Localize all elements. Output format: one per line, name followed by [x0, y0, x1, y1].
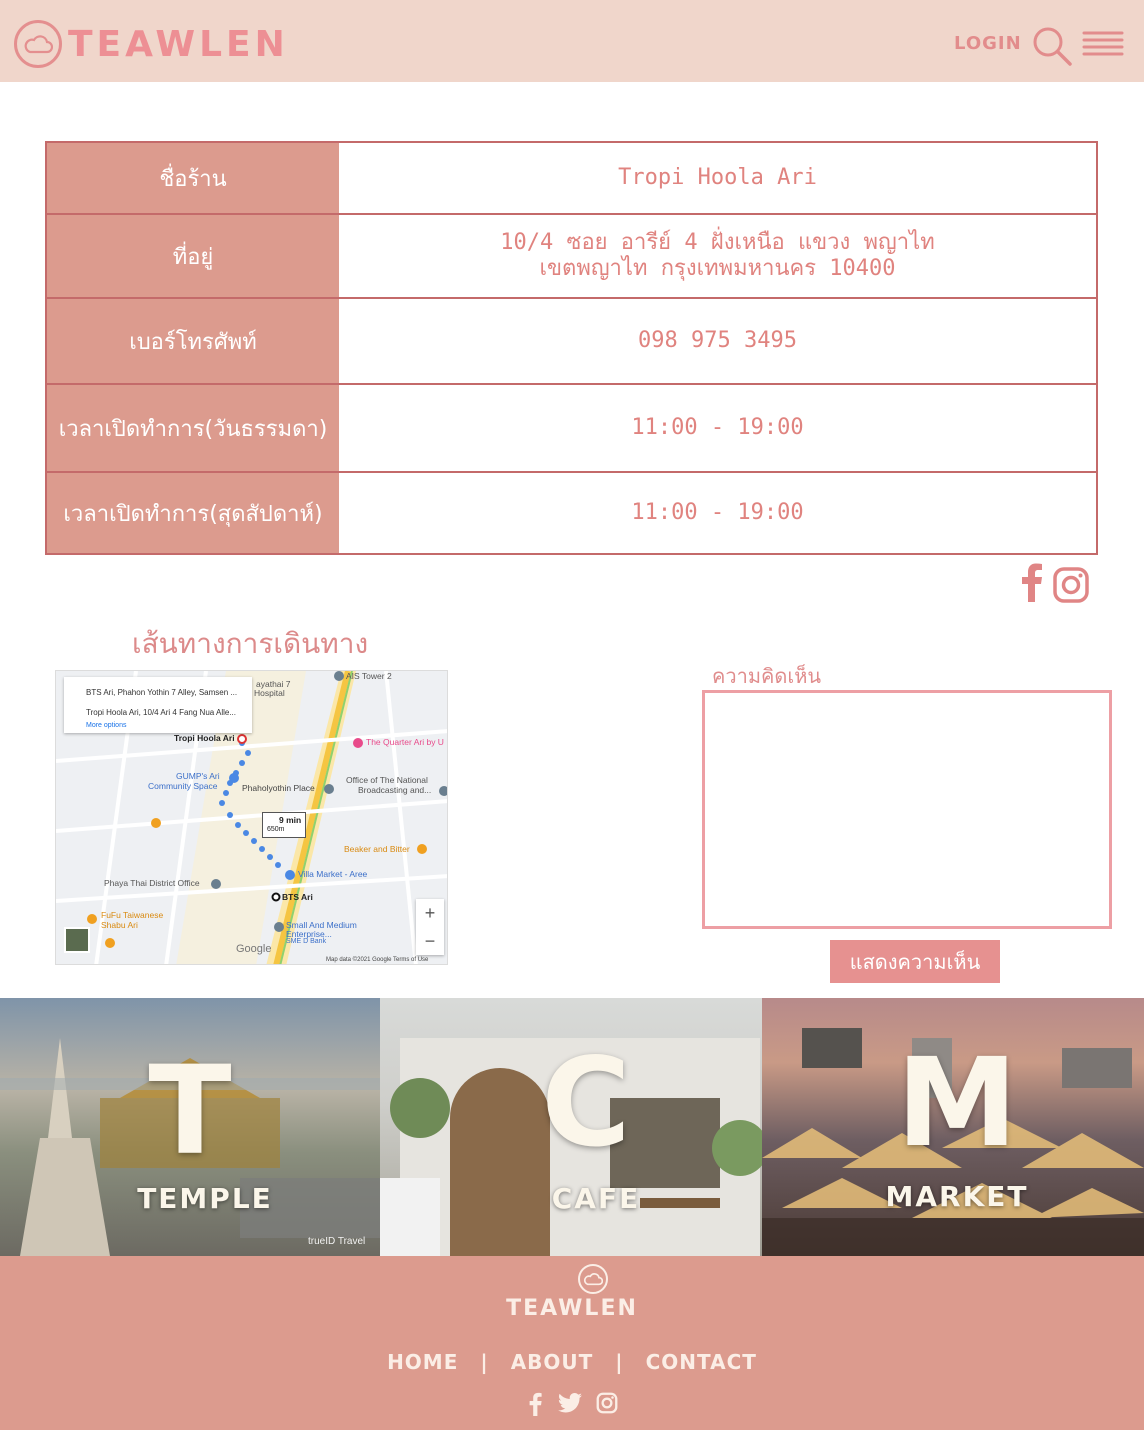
table-row-phone: เบอร์โทรศัพท์ 098 975 3495	[47, 299, 1096, 385]
map-label-fufu-2: Shabu Ari	[101, 920, 138, 930]
tile-word-cafe: CAFE	[551, 1182, 641, 1215]
route-map[interactable]: BTS Ari, Phahon Yothin 7 Alley, Samsen .…	[55, 670, 448, 965]
login-link[interactable]: LOGIN	[954, 33, 1022, 54]
footer-nav-home[interactable]: HOME	[387, 1350, 458, 1374]
cloud-logo-icon	[14, 20, 62, 68]
photo-credit: trueID Travel	[308, 1236, 366, 1247]
tile-letter-cafe: C	[541, 1032, 631, 1174]
phone-value[interactable]: 098 975 3495	[638, 328, 797, 354]
weekend-hours-value: 11:00 - 19:00	[631, 500, 804, 525]
tile-word-market: MARKET	[885, 1180, 1029, 1213]
row-label: เบอร์โทรศัพท์	[47, 299, 339, 383]
row-value: 11:00 - 19:00	[339, 385, 1096, 471]
footer-nav-contact[interactable]: CONTACT	[646, 1350, 757, 1374]
nav-separator: |	[480, 1350, 489, 1374]
map-label-hospital-2: Hospital	[254, 688, 285, 698]
category-tiles: T TEMPLE trueID Travel C CAFE M MARKET	[0, 998, 1144, 1256]
shop-name-value: Tropi Hoola Ari	[618, 165, 817, 190]
row-value: Tropi Hoola Ari	[339, 143, 1096, 213]
row-value: 10/4 ซอย อารีย์ 4 ฝั่งเหนือ แขวง พญาไท เ…	[339, 215, 1096, 297]
row-label: ชื่อร้าน	[47, 143, 339, 213]
footer-social	[0, 1392, 1144, 1416]
more-options-link[interactable]: More options	[86, 722, 244, 729]
facebook-icon[interactable]	[1016, 562, 1046, 602]
map-label-sme-3: SME D Bank	[286, 938, 327, 945]
map-attribution[interactable]: Map data ©2021 Google Terms of Use	[326, 957, 428, 963]
brand-name: TEAWLEN	[68, 23, 289, 65]
row-label: ที่อยู่	[47, 215, 339, 297]
map-label-destination: Tropi Hoola Ari	[174, 733, 235, 743]
map-label-district: Phaya Thai District Office	[104, 878, 200, 888]
footer-nav: HOME | ABOUT | CONTACT	[0, 1350, 1144, 1374]
map-label-bts: BTS Ari	[282, 892, 313, 902]
map-label-fufu-1: FuFu Taiwanese	[101, 910, 164, 920]
address-line-1: 10/4 ซอย อารีย์ 4 ฝั่งเหนือ แขวง พญาไท	[500, 230, 935, 255]
map-label-office-2: Broadcasting and...	[358, 785, 432, 795]
map-label-villa: Villa Market - Aree	[298, 869, 368, 879]
map-label-gumps-1: GUMP's Ari	[176, 771, 220, 781]
row-value: 11:00 - 19:00	[339, 473, 1096, 553]
map-label-gumps-2: Community Space	[148, 781, 218, 791]
menu-icon[interactable]	[1080, 30, 1124, 58]
tile-temple[interactable]: T TEMPLE trueID Travel	[0, 998, 380, 1256]
map-label-ais: AIS Tower 2	[346, 671, 392, 681]
map-label-beaker: Beaker and Bitter	[344, 844, 410, 854]
tile-cafe[interactable]: C CAFE	[380, 998, 762, 1256]
walk-time: 9 min	[279, 815, 302, 825]
site-footer: TEAWLEN HOME | ABOUT | CONTACT	[0, 1256, 1144, 1430]
instagram-icon[interactable]	[596, 1392, 618, 1414]
directions-box[interactable]: BTS Ari, Phahon Yothin 7 Alley, Samsen .…	[64, 677, 252, 733]
directions-to: Tropi Hoola Ari, 10/4 Ari 4 Fang Nua All…	[86, 708, 237, 717]
facebook-icon[interactable]	[526, 1392, 544, 1416]
twitter-icon[interactable]	[558, 1392, 582, 1414]
directions-from: BTS Ari, Phahon Yothin 7 Alley, Samsen .…	[86, 688, 238, 697]
row-label: เวลาเปิดทำการ(สุดสัปดาห์)	[47, 473, 339, 553]
tile-word-temple: TEMPLE	[137, 1182, 273, 1215]
map-section-title: เส้นทางการเดินทาง	[132, 627, 369, 660]
footer-nav-about[interactable]: ABOUT	[511, 1350, 594, 1374]
nav-separator: |	[615, 1350, 624, 1374]
table-row-address: ที่อยู่ 10/4 ซอย อารีย์ 4 ฝั่งเหนือ แขวง…	[47, 215, 1096, 299]
brand-logo[interactable]: TEAWLEN	[14, 20, 289, 68]
satellite-toggle[interactable]	[64, 927, 90, 953]
footer-brand: TEAWLEN	[506, 1296, 638, 1321]
tile-letter-temple: T	[148, 1040, 232, 1182]
submit-comment-button[interactable]: แสดงความเห็น	[830, 940, 1000, 983]
table-row-name: ชื่อร้าน Tropi Hoola Ari	[47, 143, 1096, 215]
row-label: เวลาเปิดทำการ(วันธรรมดา)	[47, 385, 339, 471]
google-logo: Google	[236, 943, 272, 955]
map-label-phaholyothin: Phaholyothin Place	[242, 783, 315, 793]
map-label-office-1: Office of The National	[346, 775, 428, 785]
address-line-2: เขตพญาไท กรุงเทพมหานคร 10400	[539, 256, 896, 281]
zoom-out-button[interactable]: −	[416, 927, 444, 955]
tile-market[interactable]: M MARKET	[762, 998, 1144, 1256]
instagram-icon[interactable]	[1052, 566, 1090, 604]
walk-distance: 650m	[267, 826, 285, 833]
table-row-weekend-hours: เวลาเปิดทำการ(สุดสัปดาห์) 11:00 - 19:00	[47, 473, 1096, 553]
cloud-logo-icon[interactable]	[578, 1264, 608, 1294]
map-zoom-control[interactable]: + −	[416, 899, 444, 955]
shop-info-table: ชื่อร้าน Tropi Hoola Ari ที่อยู่ 10/4 ซอ…	[45, 141, 1098, 555]
search-icon[interactable]	[1032, 26, 1072, 66]
map-label-quarter: The Quarter Ari by U	[366, 737, 444, 747]
comment-input[interactable]	[702, 690, 1112, 929]
weekday-hours-value: 11:00 - 19:00	[631, 415, 804, 440]
site-header: TEAWLEN LOGIN	[0, 0, 1144, 82]
zoom-in-button[interactable]: +	[416, 899, 444, 927]
walk-time-badge: 9 min 650m	[262, 812, 306, 838]
table-row-weekday-hours: เวลาเปิดทำการ(วันธรรมดา) 11:00 - 19:00	[47, 385, 1096, 473]
row-value: 098 975 3495	[339, 299, 1096, 383]
tile-letter-market: M	[896, 1032, 1018, 1174]
comment-label: ความคิดเห็น	[712, 664, 822, 688]
